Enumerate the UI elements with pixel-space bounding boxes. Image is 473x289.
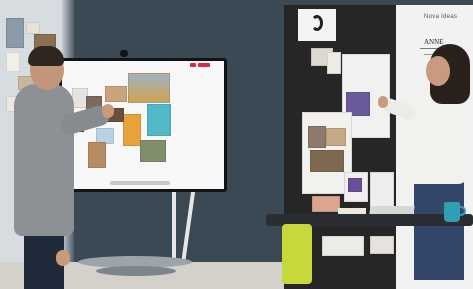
pinned-photo (6, 18, 24, 48)
canvas-image (105, 86, 127, 102)
canvas-toolbar-accent (190, 63, 196, 67)
canvas-image (88, 142, 106, 168)
canvas-bottom-toolbar (110, 181, 170, 185)
stand-leg (172, 192, 176, 264)
canvas-toolbar-accent (198, 63, 210, 67)
pinned-card (308, 126, 326, 148)
pinned-photo (26, 22, 40, 34)
pinned-card (322, 236, 364, 256)
pinned-card (348, 178, 362, 192)
canvas-image (123, 114, 141, 146)
canvas-image (128, 73, 170, 103)
pinned-card (370, 236, 394, 254)
man-hand (102, 104, 114, 118)
lime-chair (282, 224, 312, 284)
man-hand-low (56, 250, 70, 266)
pinned-card (326, 128, 346, 146)
pinned-card (310, 150, 344, 172)
whiteboard-header: Nova Ideas (424, 14, 458, 20)
pinned-card (312, 196, 340, 212)
collaboration-photo: Nova Ideas ANNE (0, 0, 473, 289)
pinned-photo (6, 52, 20, 72)
laptop (369, 206, 415, 214)
whiteboard-text: ANNE (424, 38, 444, 46)
woman-hand (378, 96, 388, 108)
man-torso (14, 84, 74, 236)
man-hair (28, 46, 64, 66)
canvas-image (140, 140, 166, 162)
open-book (338, 208, 366, 214)
woman-face (426, 56, 450, 86)
pinned-card (327, 52, 341, 74)
canvas-image (147, 104, 171, 136)
camera-icon (120, 50, 128, 57)
woman-legs (414, 176, 464, 280)
stool-base (96, 266, 176, 276)
swirl-logo-icon (311, 15, 323, 31)
